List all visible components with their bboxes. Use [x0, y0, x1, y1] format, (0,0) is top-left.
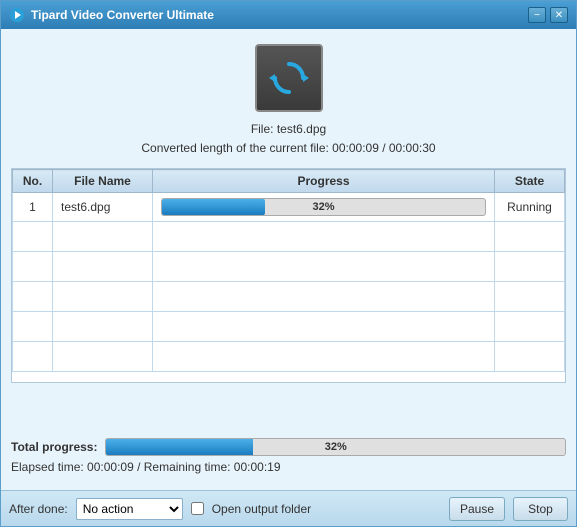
app-icon: [9, 7, 25, 23]
close-button[interactable]: ✕: [550, 7, 568, 23]
open-folder-checkbox[interactable]: [191, 502, 204, 515]
file-table-wrapper: No. File Name Progress State 1 test6.dpg: [11, 168, 566, 383]
open-folder-label: Open output folder: [212, 502, 311, 516]
minimize-button[interactable]: −: [528, 7, 546, 23]
total-progress-label: Total progress:: [11, 440, 97, 454]
col-header-progress: Progress: [153, 170, 495, 193]
col-header-no: No.: [13, 170, 53, 193]
col-header-state: State: [495, 170, 565, 193]
table-empty-row-2: [13, 252, 565, 282]
total-progress-text: 32%: [106, 439, 565, 455]
converted-length-label: Converted length of the current file: 00…: [11, 139, 566, 158]
main-window: Tipard Video Converter Ultimate − ✕ File…: [0, 0, 577, 527]
file-name-label: File: test6.dpg: [11, 120, 566, 139]
row-state: Running: [495, 193, 565, 222]
pause-button[interactable]: Pause: [449, 497, 505, 521]
table-empty-row-1: [13, 222, 565, 252]
file-table: No. File Name Progress State 1 test6.dpg: [12, 169, 565, 372]
table-empty-row-4: [13, 312, 565, 342]
total-progress-row: Total progress: 32%: [11, 438, 566, 456]
table-header-row: No. File Name Progress State: [13, 170, 565, 193]
stop-button[interactable]: Stop: [513, 497, 568, 521]
col-header-filename: File Name: [53, 170, 153, 193]
icon-area: [11, 44, 566, 112]
row-no: 1: [13, 193, 53, 222]
title-bar: Tipard Video Converter Ultimate − ✕: [1, 1, 576, 29]
table-empty-row-3: [13, 282, 565, 312]
row-filename: test6.dpg: [53, 193, 153, 222]
total-progress-bar: 32%: [105, 438, 566, 456]
after-done-select[interactable]: No actionExit applicationShut downHibern…: [76, 498, 183, 520]
main-content: File: test6.dpg Converted length of the …: [1, 29, 576, 490]
footer-bar: After done: No actionExit applicationShu…: [1, 490, 576, 526]
row-progress-cell: 32%: [153, 193, 495, 222]
table-row: 1 test6.dpg 32% Running: [13, 193, 565, 222]
elapsed-time-label: Elapsed time: 00:00:09 / Remaining time:…: [11, 460, 566, 474]
window-title: Tipard Video Converter Ultimate: [31, 8, 528, 22]
table-empty-row-5: [13, 342, 565, 372]
window-controls: − ✕: [528, 7, 568, 23]
bottom-section: Total progress: 32% Elapsed time: 00:00:…: [11, 438, 566, 480]
row-progress-text: 32%: [162, 199, 485, 215]
convert-icon: [267, 56, 311, 100]
row-progress-bar: 32%: [161, 198, 486, 216]
file-info: File: test6.dpg Converted length of the …: [11, 120, 566, 158]
converting-icon-box: [255, 44, 323, 112]
after-done-label: After done:: [9, 502, 68, 516]
